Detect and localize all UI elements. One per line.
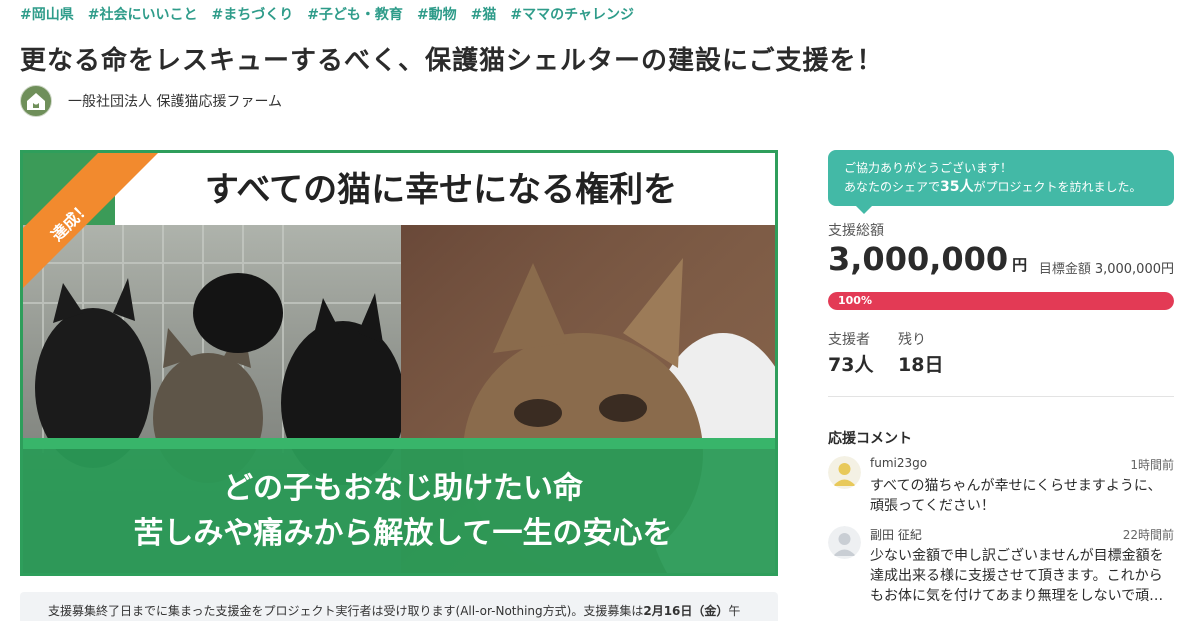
notice-text: 支援募集終了日までに集まった支援金をプロジェクト実行者は受け取ります(All-o…	[48, 604, 644, 618]
thanks-line-2: あなたのシェアで35人がプロジェクトを訪れました。	[844, 179, 1142, 195]
comment-item[interactable]: fumi23go 1時間前 すべての猫ちゃんが幸せにくらせますように、頑張ってく…	[828, 456, 1174, 520]
target-amount: 目標金額 3,000,000円	[1038, 262, 1174, 277]
notice-tail: 午	[728, 604, 741, 618]
remaining-days: 18日	[898, 354, 944, 376]
comment-time: 1時間前	[1130, 458, 1174, 472]
hero-headline: すべての猫に幸せになる権利を	[205, 170, 677, 210]
tag-mama-challenge[interactable]: #ママのチャレンジ	[510, 4, 634, 24]
notice-date: 2月16日（金）	[643, 604, 729, 618]
hero-line-2: 苦しみや痛みから解放して一生の安心を	[133, 516, 672, 551]
page-title: 更なる命をレスキューするべく、保護猫シェルターの建設にご支援を！	[20, 46, 884, 76]
comments-title: 応援コメント	[828, 431, 912, 447]
person-grey-icon	[828, 526, 861, 559]
progress-bar: 100%	[828, 292, 1174, 310]
hero-image: すべての猫に幸せになる権利を どの子もおなじ助けたい命 苦しみや痛みから解放して…	[20, 150, 778, 576]
total-label: 支援総額	[828, 223, 884, 239]
comment-user[interactable]: fumi23go	[870, 456, 927, 470]
tag-children-education[interactable]: #子ども・教育	[307, 4, 403, 24]
tag-list: #岡山県 #社会にいいこと #まちづくり #子ども・教育 #動物 #猫 #ママの…	[20, 4, 634, 24]
tag-animals[interactable]: #動物	[417, 4, 457, 24]
tag-social-good[interactable]: #社会にいいこと	[88, 4, 198, 24]
hero-line-1: どの子もおなじ助けたい命	[223, 471, 584, 506]
total-amount: 3,000,000 円	[828, 240, 1028, 278]
comment-item[interactable]: 副田 征紀 22時間前 少ない金額で申し訳ございませんが目標金額を達成出来る様に…	[828, 526, 1174, 612]
comment-user[interactable]: 副田 征紀	[870, 526, 922, 543]
progress-fill	[828, 292, 1174, 310]
cat-house-logo-icon	[20, 85, 52, 117]
comment-text: 少ない金額で申し訳ございませんが目標金額を達成出来る様に支援させて頂きます。これ…	[870, 548, 1164, 604]
tag-cat[interactable]: #猫	[471, 4, 497, 24]
comment-time: 22時間前	[1122, 528, 1174, 542]
progress-text: 100%	[838, 294, 872, 307]
owner-name[interactable]: 一般社団法人 保護猫応援ファーム	[68, 91, 282, 111]
thanks-line-1: ご協力ありがとうございます！	[844, 161, 1013, 175]
share-thanks-bubble: ご協力ありがとうございます！ あなたのシェアで35人がプロジェクトを訪れました。	[828, 150, 1174, 214]
supporters-count: 73人	[828, 354, 874, 376]
person-yellow-icon	[828, 456, 861, 489]
project-owner[interactable]: 一般社団法人 保護猫応援ファーム	[20, 85, 282, 117]
all-or-nothing-notice: 支援募集終了日までに集まった支援金をプロジェクト実行者は受け取ります(All-o…	[20, 592, 778, 621]
supporters-label: 支援者	[828, 332, 870, 348]
remaining-label: 残り	[898, 332, 926, 348]
share-visit-count: 35人	[940, 179, 974, 195]
tag-machizukuri[interactable]: #まちづくり	[211, 4, 293, 24]
comment-text: すべての猫ちゃんが幸せにくらせますように、頑張ってください！	[870, 478, 1162, 514]
tag-okayama[interactable]: #岡山県	[20, 4, 74, 24]
divider	[828, 396, 1174, 397]
